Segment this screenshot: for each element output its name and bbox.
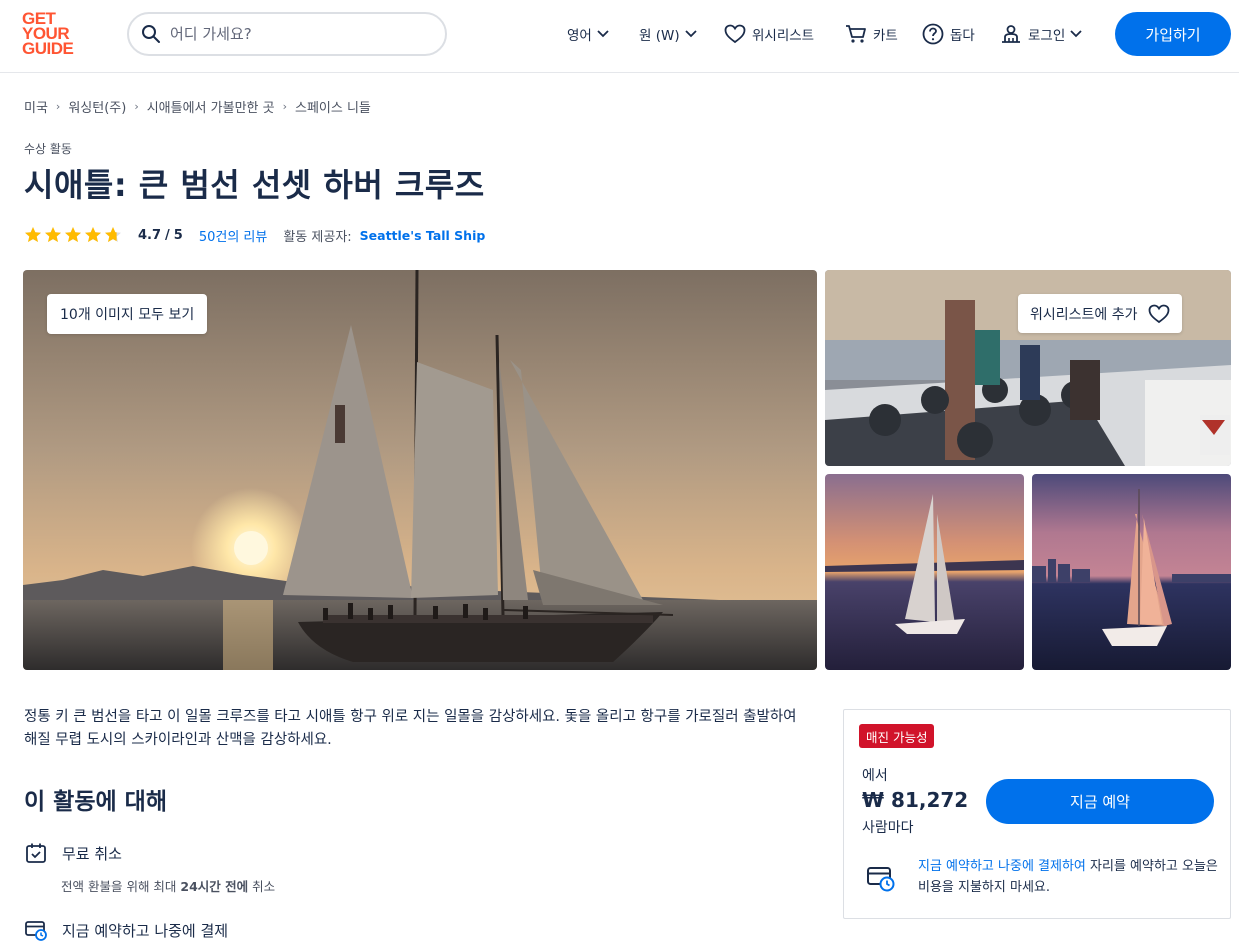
rating-separator: /	[165, 227, 170, 243]
calendar-check-icon	[26, 843, 46, 863]
likely-to-sell-out-badge: 매진 가능성	[859, 724, 935, 748]
feature-subtitle: 전액 환불을 위해 최대 24시간 전에 취소	[61, 876, 275, 895]
search-input[interactable]	[170, 25, 410, 43]
getyourguide-logo[interactable]: GET YOUR GUIDE	[22, 10, 84, 59]
chevron-down-icon	[597, 30, 609, 38]
star-icon	[85, 227, 101, 242]
feature-title: 지금 예약하고 나중에 결제	[62, 921, 229, 940]
search-icon	[142, 25, 160, 43]
booking-card: 매진 가능성 에서 ₩ 81,272 사람마다 지금 예약 지금 예약하고 나중…	[843, 709, 1231, 919]
breadcrumb-item[interactable]: 스페이스 니들	[295, 97, 371, 116]
heart-icon	[1148, 304, 1169, 323]
language-label: 영어	[567, 28, 592, 44]
reviews-link[interactable]: 50건의 리뷰	[199, 226, 268, 245]
photo-ship-city[interactable]	[1032, 474, 1231, 670]
star-rating	[24, 226, 124, 244]
breadcrumb-item[interactable]: 워싱턴(주)	[68, 97, 126, 116]
star-icon	[25, 227, 41, 242]
cart-nav[interactable]: 카트	[845, 22, 898, 46]
chevron-down-icon	[1070, 30, 1082, 38]
ship-city-image	[1032, 474, 1231, 670]
signup-button[interactable]: 가입하기	[1115, 12, 1231, 56]
activity-description: 정통 키 큰 범선을 타고 이 일몰 크루즈를 타고 시애틀 항구 위로 지는 …	[24, 709, 797, 748]
search-bar[interactable]	[127, 12, 447, 56]
star-icon	[105, 227, 121, 242]
rating-max: 5	[173, 227, 183, 243]
chevron-right-icon: ›	[55, 100, 61, 113]
login-label: 로그인	[1028, 28, 1066, 44]
star-icon	[45, 227, 61, 242]
rating-row: 4.7 / 5 50건의 리뷰 활동 제공자: Seattle's Tall S…	[24, 225, 485, 245]
provider-link[interactable]: Seattle's Tall Ship	[360, 228, 486, 243]
wishlist-label: 위시리스트	[752, 28, 815, 44]
heart-icon	[724, 24, 746, 44]
page-title: 시애틀: 큰 범선 선셋 하버 크루즈	[24, 166, 485, 204]
language-selector[interactable]: 영어	[567, 22, 609, 46]
cart-label: 카트	[873, 28, 898, 44]
note-highlight: 지금 예약하고 나중에 결제하여	[918, 859, 1086, 874]
wishlist-nav[interactable]: 위시리스트	[724, 22, 814, 46]
help-label: 돕다	[950, 28, 975, 44]
feature-title: 무료 취소	[62, 844, 122, 863]
chevron-right-icon: ›	[134, 100, 139, 113]
help-icon	[922, 23, 944, 45]
photo-ship-dusk[interactable]	[825, 474, 1024, 670]
feature-subtitle-bold: 24시간 전에	[180, 879, 249, 894]
add-to-wishlist-label: 위시리스트에 추가	[1030, 306, 1138, 323]
chevron-down-icon	[684, 30, 697, 38]
ship-dusk-image	[825, 474, 1024, 670]
breadcrumb-item[interactable]: 미국	[24, 97, 48, 116]
feature-subtitle-post: 취소	[248, 879, 276, 894]
view-all-images-button[interactable]: 10개 이미지 모두 보기	[47, 294, 208, 334]
rating-value: 4.7	[138, 227, 162, 243]
star-icon	[65, 227, 81, 242]
card-clock-icon	[867, 867, 895, 892]
card-clock-icon	[25, 921, 47, 941]
currency-selector[interactable]: 원 (W)	[639, 22, 697, 46]
about-heading: 이 활동에 대해	[24, 789, 167, 815]
breadcrumb: 미국 › 워싱턴(주) › 시애틀에서 가볼만한 곳 › 스페이스 니들	[24, 97, 371, 116]
feature-reserve-now-pay-later: 지금 예약하고 나중에 결제	[24, 918, 228, 942]
login-nav[interactable]: 로그인	[1000, 22, 1082, 46]
top-header: GET YOUR GUIDE 영어 원 (W) 위시리스트 카트 돕다 로그인 …	[0, 0, 1239, 73]
feature-subtitle-pre: 전액 환불을 위해 최대	[61, 879, 181, 894]
activity-category: 수상 활동	[24, 142, 72, 156]
breadcrumb-item[interactable]: 시애틀에서 가볼만한 곳	[147, 97, 275, 116]
price-value: ₩ 81,272	[862, 788, 969, 812]
help-nav[interactable]: 돕다	[922, 22, 975, 46]
cart-icon	[846, 25, 866, 43]
provider-label: 활동 제공자:	[283, 229, 352, 245]
currency-label: 원 (W)	[639, 28, 680, 44]
book-now-button[interactable]: 지금 예약	[986, 779, 1214, 824]
reserve-now-pay-later-note: 지금 예약하고 나중에 결제하여 자리를 예약하고 오늘은 비용을 지불하지 마…	[918, 856, 1218, 898]
chevron-right-icon: ›	[282, 100, 287, 113]
add-to-wishlist-button[interactable]: 위시리스트에 추가	[1018, 294, 1182, 333]
feature-free-cancellation: 무료 취소	[24, 841, 122, 865]
user-group-icon	[1002, 25, 1020, 43]
price-per-person-label: 사람마다	[862, 820, 914, 836]
logo-line-3: GUIDE	[22, 39, 74, 58]
price-from-label: 에서	[862, 768, 888, 784]
